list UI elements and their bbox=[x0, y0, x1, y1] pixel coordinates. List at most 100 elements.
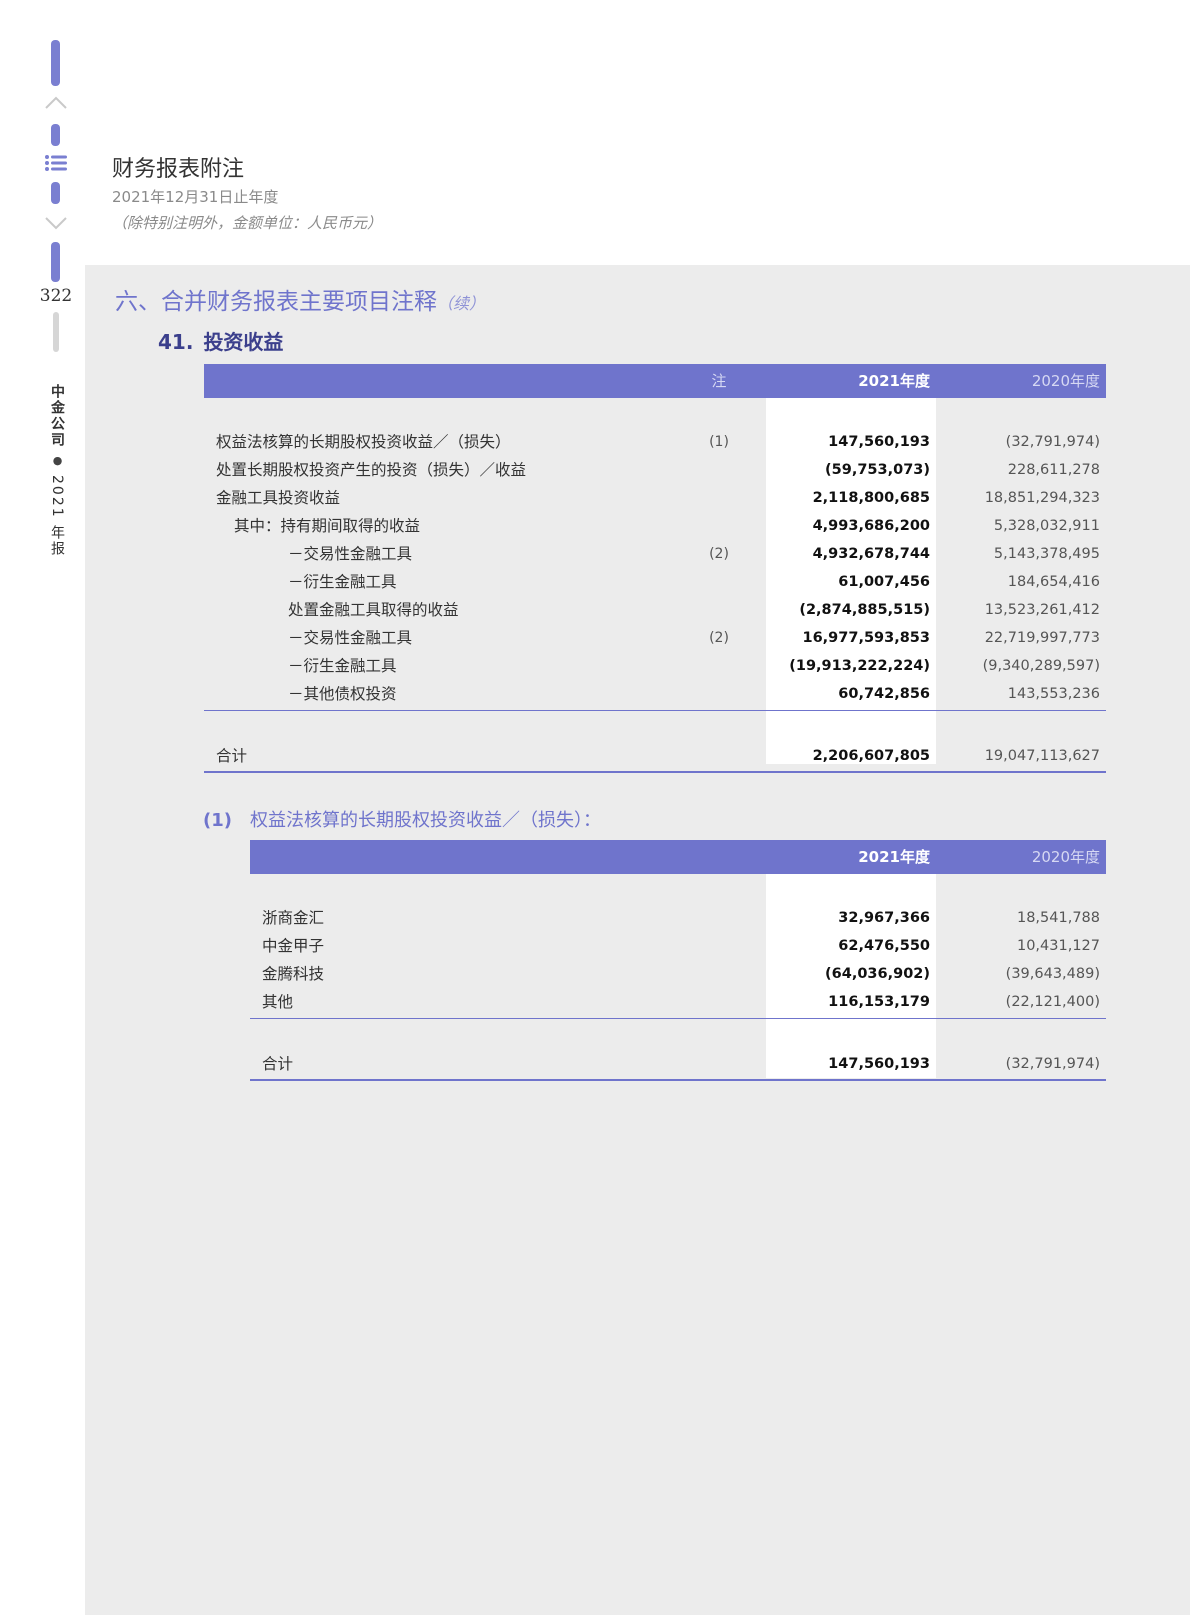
note-label: (1) bbox=[203, 810, 232, 831]
row-note: (1) bbox=[709, 434, 729, 450]
row-2020: (9,340,289,597) bbox=[982, 658, 1100, 674]
table-row: 权益法核算的长期股权投资收益／（损失） (1) 147,560,193 (32,791… bbox=[204, 428, 1106, 456]
table-row: 浙商金汇 32,967,366 18,541,788 bbox=[250, 904, 1106, 932]
subtotal-line bbox=[204, 710, 1106, 711]
row-label: －交易性金融工具 bbox=[288, 545, 413, 563]
subtotal-line bbox=[250, 1018, 1106, 1019]
total-2021: 147,560,193 bbox=[828, 1056, 930, 1072]
row-note: (2) bbox=[709, 630, 729, 646]
row-label: －衍生金融工具 bbox=[288, 657, 397, 675]
row-note: (2) bbox=[709, 546, 729, 562]
header-2021: 2021年度 bbox=[858, 848, 930, 866]
row-label: 中金甲子 bbox=[262, 937, 325, 955]
row-label: 金融工具投资收益 bbox=[216, 489, 341, 507]
table-row: －衍生金融工具 (19,913,222,224) (9,340,289,597) bbox=[204, 652, 1106, 680]
row-label: 金腾科技 bbox=[262, 965, 325, 983]
row-2020: 143,553,236 bbox=[1007, 686, 1100, 702]
row-label: －衍生金融工具 bbox=[288, 573, 397, 591]
row-2021: 32,967,366 bbox=[838, 910, 930, 926]
total-2020: (32,791,974) bbox=[1005, 1056, 1100, 1072]
table-total-row: 合计 147,560,193 (32,791,974) bbox=[250, 1050, 1106, 1078]
row-label: 浙商金汇 bbox=[262, 909, 325, 927]
nav-bar-top bbox=[51, 40, 60, 86]
total-label: 合计 bbox=[216, 747, 248, 765]
chevron-down-icon[interactable] bbox=[44, 214, 68, 232]
row-2021: 4,993,686,200 bbox=[812, 518, 930, 534]
row-2021: (2,874,885,515) bbox=[799, 602, 930, 618]
table-row: 其中：持有期间取得的收益 4,993,686,200 5,328,032,911 bbox=[204, 512, 1106, 540]
row-2021: 16,977,593,853 bbox=[802, 630, 930, 646]
subsection-number: 41. bbox=[158, 330, 194, 354]
row-2021: 116,153,179 bbox=[828, 994, 930, 1010]
row-2021: 62,476,550 bbox=[838, 938, 930, 954]
row-2020: (32,791,974) bbox=[1005, 434, 1100, 450]
row-2020: 18,541,788 bbox=[1016, 910, 1100, 926]
subsection-text: 投资收益 bbox=[203, 330, 284, 354]
header-2020: 2020年度 bbox=[1031, 848, 1100, 866]
table-row: 处置长期股权投资产生的投资（损失）／收益 (59,753,073) 228,611,… bbox=[204, 456, 1106, 484]
table-row: 处置金融工具取得的收益 (2,874,885,515) 13,523,261,412 bbox=[204, 596, 1106, 624]
row-label: －其他债权投资 bbox=[288, 685, 397, 703]
table-row: 其他 116,153,179 (22,121,400) bbox=[250, 988, 1106, 1016]
row-2021: 147,560,193 bbox=[828, 434, 930, 450]
table-row: －衍生金融工具 61,007,456 184,654,416 bbox=[204, 568, 1106, 596]
report-label: 中金公司 ● 2021 年报 bbox=[47, 384, 67, 557]
row-label: 权益法核算的长期股权投资收益／（损失） bbox=[216, 433, 511, 451]
note-title: (1) 权益法核算的长期股权投资收益／（损失）： bbox=[203, 806, 601, 832]
row-2020: (22,121,400) bbox=[1005, 994, 1100, 1010]
row-2020: 184,654,416 bbox=[1007, 574, 1100, 590]
row-label: 处置长期股权投资产生的投资（损失）／收益 bbox=[216, 461, 527, 479]
row-2020: 13,523,261,412 bbox=[984, 602, 1100, 618]
investment-income-table: 注 2021年度 2020年度 权益法核算的长期股权投资收益／（损失） (1) 14… bbox=[204, 364, 1106, 774]
row-label: 其中：持有期间取得的收益 bbox=[234, 517, 421, 535]
row-2021: 61,007,456 bbox=[838, 574, 930, 590]
document-title: 财务报表附注 bbox=[112, 157, 245, 182]
currency-note: （除特别注明外，金额单位：人民币元） bbox=[112, 214, 383, 232]
row-2020: 22,719,997,773 bbox=[984, 630, 1100, 646]
header-2021: 2021年度 bbox=[858, 372, 930, 390]
total-2021: 2,206,607,805 bbox=[812, 748, 930, 764]
row-2020: 10,431,127 bbox=[1016, 938, 1100, 954]
row-2021: (19,913,222,224) bbox=[789, 658, 930, 674]
total-2020: 19,047,113,627 bbox=[984, 748, 1100, 764]
table-row: －其他债权投资 60,742,856 143,553,236 bbox=[204, 680, 1106, 708]
table-total-row: 合计 2,206,607,805 19,047,113,627 bbox=[204, 742, 1106, 770]
section-title-text: 六、合并财务报表主要项目注释 bbox=[115, 289, 437, 315]
total-line bbox=[204, 771, 1106, 773]
list-icon[interactable] bbox=[44, 154, 68, 172]
table-row: －交易性金融工具 (2) 16,977,593,853 22,719,997,773 bbox=[204, 624, 1106, 652]
header-note: 注 bbox=[711, 372, 727, 390]
table-row: 金腾科技 (64,036,902) (39,643,489) bbox=[250, 960, 1106, 988]
total-line bbox=[250, 1079, 1106, 1081]
company-name: 中金公司 bbox=[49, 384, 65, 448]
nav-bar-bottom bbox=[51, 242, 60, 282]
row-2020: 5,143,378,495 bbox=[993, 546, 1100, 562]
note-title-text: 权益法核算的长期股权投资收益／（损失）： bbox=[249, 810, 601, 831]
row-label: －交易性金融工具 bbox=[288, 629, 413, 647]
report-year: 2021 年报 bbox=[49, 475, 65, 558]
row-label: 处置金融工具取得的收益 bbox=[288, 601, 459, 619]
row-2020: 228,611,278 bbox=[1007, 462, 1100, 478]
subsection-title: 41. 投资收益 bbox=[158, 326, 283, 355]
row-2021: 4,932,678,744 bbox=[812, 546, 930, 562]
nav-bar-segment bbox=[51, 182, 60, 204]
chevron-up-icon[interactable] bbox=[44, 94, 68, 112]
row-2020: 5,328,032,911 bbox=[993, 518, 1100, 534]
equity-method-table: 2021年度 2020年度 浙商金汇 32,967,366 18,541,788 中金… bbox=[250, 840, 1106, 1085]
row-2020: 18,851,294,323 bbox=[984, 490, 1100, 506]
document-period: 2021年12月31日止年度 bbox=[112, 188, 279, 206]
row-2021: (64,036,902) bbox=[825, 966, 930, 982]
separator-dot: ● bbox=[51, 454, 64, 469]
row-2021: 2,118,800,685 bbox=[812, 490, 930, 506]
table-row: 金融工具投资收益 2,118,800,685 18,851,294,323 bbox=[204, 484, 1106, 512]
continued-label: （续） bbox=[437, 294, 486, 313]
section-title: 六、合并财务报表主要项目注释（续） bbox=[115, 282, 485, 316]
row-2020: (39,643,489) bbox=[1005, 966, 1100, 982]
row-2021: (59,753,073) bbox=[825, 462, 930, 478]
total-label: 合计 bbox=[262, 1055, 294, 1073]
nav-bar-segment bbox=[51, 124, 60, 146]
table-row: 中金甲子 62,476,550 10,431,127 bbox=[250, 932, 1106, 960]
page-indicator-line bbox=[53, 312, 59, 352]
header-2020: 2020年度 bbox=[1031, 372, 1100, 390]
table-row: －交易性金融工具 (2) 4,932,678,744 5,143,378,495 bbox=[204, 540, 1106, 568]
